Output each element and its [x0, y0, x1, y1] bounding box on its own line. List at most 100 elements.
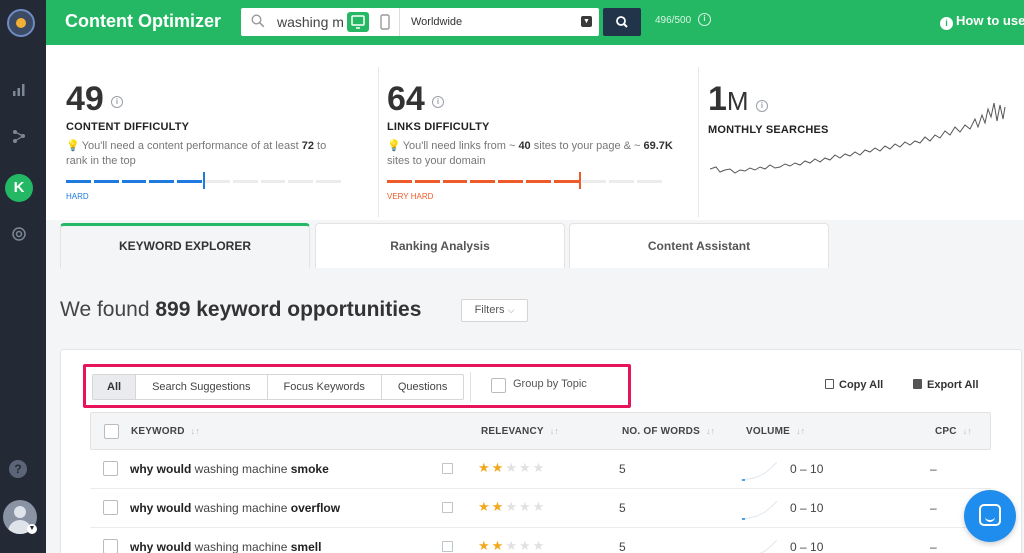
difficulty-bar-segment [609, 180, 635, 183]
links-difficulty-value: 64 [387, 80, 425, 118]
difficulty-bar-segment [470, 180, 496, 183]
external-link-icon[interactable] [442, 463, 453, 474]
chevron-down-icon[interactable]: ▼ [581, 16, 592, 27]
sort-icon: ↓↑ [549, 426, 560, 436]
words-cell: 5 [619, 501, 626, 515]
app-title: Content Optimizer [65, 11, 221, 31]
difficulty-bar-segment [177, 180, 202, 183]
column-cpc[interactable]: CPC ↓↑ [935, 426, 972, 437]
difficulty-bar-segment [149, 180, 175, 183]
desktop-icon[interactable] [347, 12, 369, 32]
difficulty-bar-segment [316, 180, 341, 183]
table-row[interactable]: why would washing machine smell ★★★★★ 5 … [90, 528, 991, 553]
chevron-down-icon: ⌵ [507, 305, 515, 315]
copy-all-button[interactable]: Copy All [825, 379, 883, 391]
sidebar: K ? ▼ [0, 0, 46, 553]
search-box: washing m Worldwide ▼ [241, 8, 599, 36]
export-all-button[interactable]: Export All [913, 379, 979, 391]
sort-icon: ↓↑ [190, 426, 201, 436]
difficulty-bar-segment [581, 180, 607, 183]
annotation-highlight [83, 364, 631, 408]
network-icon[interactable] [10, 128, 28, 146]
row-checkbox[interactable] [103, 539, 118, 553]
difficulty-bar-segment [553, 180, 579, 183]
metrics-panel: 49 i CONTENT DIFFICULTY 💡 You'll need a c… [46, 45, 1024, 220]
content-difficulty-description: 💡 You'll need a content performance of at… [66, 140, 327, 167]
lightbulb-icon: 💡 [66, 140, 80, 152]
cpc-cell: – [930, 462, 937, 476]
cpc-cell: – [930, 501, 937, 515]
chat-button[interactable] [964, 490, 1016, 542]
search-quota: 496/500 [655, 15, 692, 26]
table-row[interactable]: why would washing machine overflow ★★★★★… [90, 489, 991, 528]
info-icon[interactable]: i [698, 13, 711, 26]
row-checkbox[interactable] [103, 461, 118, 476]
filters-button[interactable]: Filters ⌵ [461, 299, 528, 322]
info-icon[interactable]: i [432, 96, 444, 108]
sort-icon: ↓↑ [795, 426, 806, 436]
sort-icon: ↓↑ [705, 426, 716, 436]
location-select[interactable]: Worldwide [411, 16, 462, 28]
lightbulb-icon: 💡 [387, 140, 401, 152]
mobile-icon[interactable] [374, 12, 396, 32]
relevancy-stars: ★★★★★ [478, 460, 547, 475]
content-difficulty-label: CONTENT DIFFICULTY [66, 121, 190, 133]
links-difficulty-level: VERY HARD [387, 192, 434, 201]
top-bar: Content Optimizer washing m Worldwide ▼ … [46, 0, 1024, 45]
tab-ranking-analysis[interactable]: Ranking Analysis [315, 223, 565, 268]
volume-sparkline [741, 500, 777, 520]
divider [378, 67, 379, 217]
tab-bar: KEYWORD EXPLORER Ranking Analysis Conten… [46, 220, 1024, 268]
links-difficulty-label: LINKS DIFFICULTY [387, 121, 490, 133]
monthly-searches-card: 1M i MONTHLY SEARCHES [708, 45, 1008, 220]
info-icon[interactable]: i [111, 96, 123, 108]
table-row[interactable]: why would washing machine smoke ★★★★★ 5 … [90, 450, 991, 489]
content-difficulty-card: 49 i CONTENT DIFFICULTY 💡 You'll need a c… [66, 45, 356, 220]
keyword-cell: why would washing machine smoke [130, 462, 329, 476]
bar-chart-icon[interactable] [10, 82, 28, 100]
difficulty-bar-segment [387, 180, 412, 183]
copy-icon [825, 379, 834, 389]
row-checkbox[interactable] [103, 500, 118, 515]
difficulty-bar-segment [498, 180, 523, 183]
tab-content-assistant[interactable]: Content Assistant [569, 223, 829, 268]
content-optimizer-nav-icon[interactable]: K [5, 174, 33, 202]
external-link-icon[interactable] [442, 541, 453, 552]
target-icon[interactable] [10, 226, 28, 244]
divider [399, 8, 400, 36]
difficulty-bar-segment [232, 180, 258, 183]
volume-cell: 0 – 10 [790, 462, 824, 476]
difficulty-bar-segment [525, 180, 551, 183]
links-difficulty-card: 64 i LINKS DIFFICULTY 💡 You'll need links… [387, 45, 687, 220]
results-heading: We found 899 keyword opportunities [60, 298, 422, 321]
external-link-icon[interactable] [442, 502, 453, 513]
tab-keyword-explorer[interactable]: KEYWORD EXPLORER [60, 223, 310, 268]
column-keyword[interactable]: KEYWORD ↓↑ [131, 426, 200, 437]
difficulty-bar-segment [414, 180, 440, 183]
chevron-down-icon[interactable]: ▼ [27, 524, 37, 534]
content-difficulty-marker [202, 172, 205, 189]
content-difficulty-value: 49 [66, 80, 104, 118]
sort-icon: ↓↑ [962, 426, 973, 436]
links-difficulty-bar [387, 180, 662, 183]
difficulty-bar-segment [442, 180, 468, 183]
volume-sparkline [759, 539, 777, 553]
select-all-checkbox[interactable] [104, 424, 119, 439]
difficulty-bar-segment [637, 180, 662, 183]
column-volume[interactable]: VOLUME ↓↑ [746, 426, 805, 437]
how-to-use-link[interactable]: i How to use [940, 13, 1024, 30]
links-difficulty-marker [578, 172, 581, 189]
help-icon[interactable]: ? [9, 460, 27, 478]
column-relevancy[interactable]: RELEVANCY ↓↑ [481, 426, 559, 437]
table-header: KEYWORD ↓↑ RELEVANCY ↓↑ NO. OF WORDS ↓↑ VOL… [90, 412, 991, 450]
file-icon [913, 379, 922, 389]
search-button[interactable] [603, 8, 641, 36]
app-logo-icon[interactable] [7, 9, 35, 37]
search-icon [616, 16, 628, 28]
search-input[interactable]: washing m [277, 14, 343, 30]
relevancy-stars: ★★★★★ [478, 499, 547, 514]
words-cell: 5 [619, 540, 626, 553]
content-difficulty-level: HARD [66, 192, 89, 201]
column-words[interactable]: NO. OF WORDS ↓↑ [622, 426, 715, 437]
volume-sparkline [741, 461, 777, 481]
